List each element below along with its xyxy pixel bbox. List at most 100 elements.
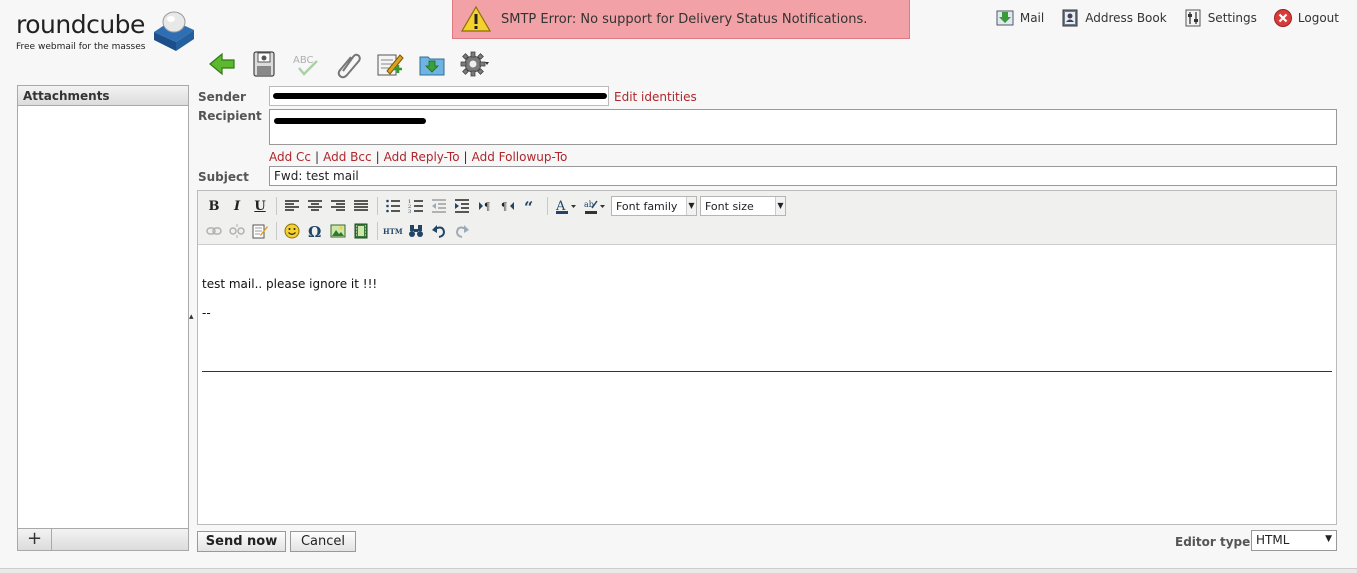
text-color-button[interactable]: A	[553, 196, 579, 216]
rtl-button[interactable]: ¶	[498, 196, 518, 216]
add-reply-to-link[interactable]: Add Reply-To	[384, 150, 460, 164]
align-justify-button[interactable]	[351, 196, 371, 216]
subject-input[interactable]	[269, 166, 1337, 186]
back-arrow-icon	[209, 52, 235, 76]
bold-button[interactable]: B	[204, 196, 224, 216]
omega-icon: Ω	[308, 223, 321, 239]
nav-mail[interactable]: Mail	[995, 8, 1044, 28]
add-attachment-button[interactable]: +	[18, 529, 52, 550]
recipient-redaction	[274, 118, 426, 124]
redo-button[interactable]	[452, 221, 472, 241]
edit-identities-link[interactable]: Edit identities	[614, 90, 697, 104]
nav-settings[interactable]: Settings	[1183, 8, 1257, 28]
compose-toolbar: ABC	[206, 46, 490, 82]
editor-toolbar-row-2: Ω HTML	[204, 220, 475, 242]
nav-address-book-label: Address Book	[1085, 11, 1167, 25]
film-icon	[354, 223, 368, 239]
options-button[interactable]	[458, 48, 490, 80]
cancel-button[interactable]: Cancel	[290, 531, 356, 552]
nav-logout[interactable]: Logout	[1273, 8, 1339, 28]
sender-label: Sender	[198, 90, 246, 104]
outdent-button[interactable]	[429, 196, 449, 216]
bullet-list-button[interactable]	[383, 196, 403, 216]
italic-button[interactable]: I	[227, 196, 247, 216]
error-message: SMTP Error: No support for Delivery Stat…	[501, 11, 868, 27]
insert-emoticon-button[interactable]	[282, 221, 302, 241]
add-followup-to-link[interactable]: Add Followup-To	[472, 150, 568, 164]
logo-cube-icon	[154, 11, 194, 51]
pane-splitter-handle[interactable]: ▴	[189, 312, 194, 322]
insert-signature-button[interactable]	[374, 48, 406, 80]
roundcube-logo[interactable]: roundcube Free webmail for the masses	[16, 8, 196, 58]
ltr-button[interactable]: ¶	[475, 196, 495, 216]
nav-settings-label: Settings	[1207, 11, 1257, 25]
send-now-button[interactable]: Send now	[197, 531, 286, 552]
align-right-icon	[331, 200, 345, 211]
svg-text:“: “	[524, 198, 533, 214]
numbered-list-button[interactable]: 123	[406, 196, 426, 216]
editor-type-select[interactable]: HTML ▼	[1251, 530, 1337, 551]
outdent-icon	[432, 199, 446, 213]
background-color-button[interactable]: ab	[582, 196, 608, 216]
html-source-button[interactable]: HTML	[383, 221, 403, 241]
blockquote-button[interactable]: “	[521, 196, 541, 216]
spellcheck-button[interactable]: ABC	[290, 48, 322, 80]
nav-mail-label: Mail	[1019, 11, 1045, 25]
svg-text:¶: ¶	[484, 202, 490, 213]
attachments-header: Attachments	[18, 86, 188, 106]
font-size-select[interactable]: Font size ▼	[700, 196, 786, 216]
align-center-icon	[308, 200, 322, 211]
text-color-icon: A	[555, 199, 576, 214]
bullet-list-icon	[386, 199, 400, 213]
font-size-value: Font size	[705, 199, 754, 213]
mail-icon	[996, 10, 1014, 26]
font-family-select[interactable]: Font family ▼	[611, 196, 697, 216]
insert-image-button[interactable]	[328, 221, 348, 241]
search-replace-button[interactable]	[406, 221, 426, 241]
special-character-button[interactable]: Ω	[305, 221, 325, 241]
edit-document-icon	[252, 224, 268, 239]
underline-button[interactable]: U	[250, 196, 270, 216]
html-icon: HTML	[383, 227, 403, 236]
horizontal-rule	[202, 371, 1332, 372]
warning-icon	[461, 5, 491, 32]
gear-icon	[460, 51, 489, 77]
sender-select[interactable]	[269, 86, 609, 106]
nav-address-book[interactable]: Address Book	[1060, 8, 1167, 28]
insert-media-button[interactable]	[351, 221, 371, 241]
undo-button[interactable]	[429, 221, 449, 241]
quote-icon: “	[524, 198, 533, 214]
svg-text:Ω: Ω	[308, 223, 321, 239]
add-cc-link[interactable]: Add Cc	[269, 150, 311, 164]
spellcheck-icon: ABC	[293, 55, 318, 76]
editor-body[interactable]: test mail.. please ignore it !!! --	[202, 247, 1332, 522]
back-button[interactable]	[206, 48, 238, 80]
edit-source-button[interactable]	[250, 221, 270, 241]
editor-toolbar-row-1: B I U 123 ¶ ¶ “ A ab Font family ▼ Font …	[204, 195, 789, 217]
save-draft-button[interactable]	[248, 48, 280, 80]
chevron-down-icon: ▼	[775, 197, 785, 215]
svg-text:ABC: ABC	[293, 55, 314, 66]
align-left-button[interactable]	[282, 196, 302, 216]
align-right-button[interactable]	[328, 196, 348, 216]
save-to-folder-button[interactable]	[416, 48, 448, 80]
insert-link-button[interactable]	[204, 221, 224, 241]
image-icon	[330, 224, 346, 238]
add-header-links: Add Cc | Add Bcc | Add Reply-To | Add Followup…	[269, 150, 568, 164]
attach-button[interactable]	[332, 48, 364, 80]
unlink-button[interactable]	[227, 221, 247, 241]
align-center-button[interactable]	[305, 196, 325, 216]
error-banner: SMTP Error: No support for Delivery Stat…	[452, 0, 910, 39]
add-bcc-link[interactable]: Add Bcc	[323, 150, 371, 164]
ltr-icon: ¶	[479, 202, 490, 213]
align-justify-icon	[354, 200, 368, 211]
binoculars-icon	[409, 225, 423, 237]
signature-icon	[377, 54, 404, 76]
smiley-icon	[284, 223, 300, 239]
rtl-icon: ¶	[501, 202, 514, 213]
svg-text:¶: ¶	[501, 202, 507, 213]
indent-button[interactable]	[452, 196, 472, 216]
logout-icon	[1273, 9, 1292, 27]
recipient-field[interactable]	[269, 109, 1337, 145]
unlink-icon	[229, 224, 245, 238]
